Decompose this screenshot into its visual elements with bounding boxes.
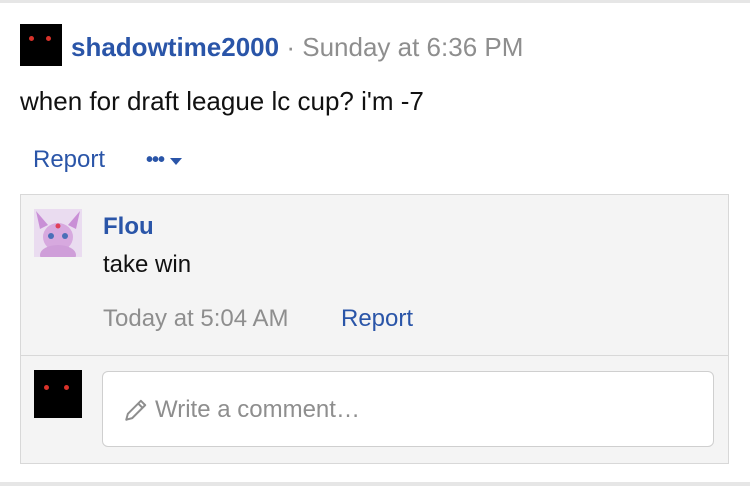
more-options-menu[interactable]: •••: [146, 144, 183, 176]
comments-section: Flou take win Today at 5:04 AM Report Wr…: [20, 194, 729, 464]
write-comment-input[interactable]: Write a comment…: [102, 371, 714, 447]
post-report-link[interactable]: Report: [33, 146, 105, 173]
caret-down-icon: [170, 157, 183, 165]
current-user-avatar[interactable]: [34, 370, 82, 418]
avatar-eye-right: [46, 36, 51, 41]
header-separator: ·: [286, 32, 295, 62]
post-actions: Report •••: [33, 144, 183, 176]
comment-author-avatar[interactable]: [34, 209, 82, 257]
comment-message: take win: [103, 251, 192, 278]
comment-report-link[interactable]: Report: [341, 305, 413, 333]
avatar-eye-left: [44, 385, 49, 390]
espeon-avatar-icon: [34, 209, 82, 257]
comment-author-link[interactable]: Flou: [103, 213, 154, 241]
post-header: shadowtime2000 · Sunday at 6:36 PM: [71, 30, 523, 64]
comment-placeholder: Write a comment…: [155, 396, 360, 423]
post-username-link[interactable]: shadowtime2000: [71, 32, 279, 62]
bottom-border: [0, 482, 750, 486]
avatar-eye-right: [64, 385, 69, 390]
comment-timestamp[interactable]: Today at 5:04 AM: [103, 305, 288, 333]
comments-divider: [21, 355, 728, 356]
post-author-avatar[interactable]: [20, 24, 62, 66]
avatar-eye-left: [29, 36, 34, 41]
post-message: when for draft league lc cup? i'm -7: [20, 86, 424, 116]
more-dots: •••: [146, 149, 165, 171]
post-timestamp[interactable]: Sunday at 6:36 PM: [302, 32, 523, 62]
pencil-icon: [125, 399, 147, 421]
top-border: [0, 0, 750, 3]
